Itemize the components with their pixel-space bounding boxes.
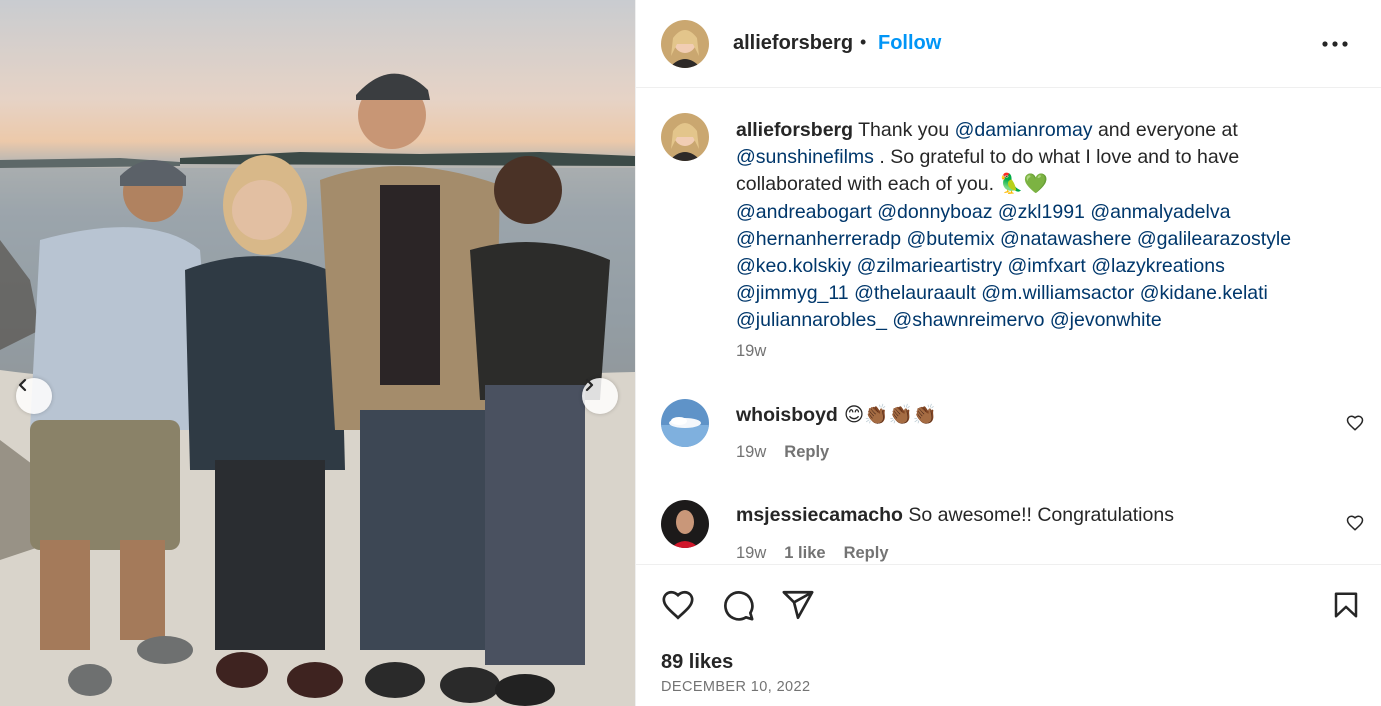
mention-link[interactable]: @damianromay [955,119,1093,141]
mention-link[interactable]: @kidane.kelati [1140,282,1268,304]
likes-count[interactable]: 89 likes [661,651,733,674]
reply-button[interactable]: Reply [784,443,829,462]
follow-button[interactable]: Follow [878,32,941,55]
mention-link[interactable]: @galilearazostyle [1137,228,1291,250]
separator-dot: • [860,32,867,52]
comment-text: 😊👏🏾👏🏾👏🏾 [843,404,938,426]
photo-scene [0,73,635,706]
more-options-button[interactable] [1320,30,1350,58]
carousel-next-button[interactable] [582,378,618,414]
comment-likes-count[interactable]: 1 like [784,544,825,563]
reply-button[interactable]: Reply [844,544,889,563]
heart-icon [1346,415,1364,431]
comment-body: msjessiecamacho So awesome!! Congratulat… [736,504,1174,527]
mention-link[interactable]: @shawnreimervo [892,309,1044,331]
heart-icon [662,590,694,620]
mention-link[interactable]: @jevonwhite [1050,309,1162,331]
mention-link[interactable]: @m.williamsactor [981,282,1134,304]
author-username[interactable]: allieforsberg [733,32,853,55]
author-avatar[interactable] [661,20,709,68]
chevron-right-icon [585,378,594,392]
commenter-avatar[interactable] [661,399,709,447]
bookmark-icon [1334,592,1358,618]
mention-link[interactable]: @juliannarobles_ [736,309,887,331]
comment-like-button[interactable] [1344,512,1366,534]
post-caption: allieforsberg Thank you @damianromay and… [736,117,1336,335]
comment-text: So awesome!! Congratulations [908,504,1174,526]
send-icon [782,590,814,620]
comment-like-button[interactable] [1344,412,1366,434]
comment-timestamp[interactable]: 19w [736,443,766,462]
like-button[interactable] [660,587,696,623]
comment-username[interactable]: msjessiecamacho [736,504,903,526]
post-actions: 89 likes DECEMBER 10, 2022 [636,564,1381,706]
post-header: allieforsberg • Follow [636,0,1381,88]
mention-link[interactable]: @natawashere [1000,228,1131,250]
mention-link[interactable]: @donnyboaz [877,201,992,223]
post-photo [0,0,635,706]
mention-link[interactable]: @anmalyadelva [1090,201,1230,223]
mention-link[interactable]: @jimmyg_11 [736,282,849,304]
caption-text: and everyone at [1092,119,1238,141]
caption-username[interactable]: allieforsberg [736,119,853,141]
save-button[interactable] [1328,587,1364,623]
heart-icon [1346,515,1364,531]
comment-username[interactable]: whoisboyd [736,404,838,427]
comment-meta: 19w Reply [736,443,829,462]
mention-link[interactable]: @butemix [907,228,995,250]
post-date[interactable]: DECEMBER 10, 2022 [661,679,810,695]
share-button[interactable] [780,587,816,623]
comments-section[interactable]: allieforsberg Thank you @damianromay and… [636,89,1381,563]
comment-icon [724,591,754,621]
mention-link[interactable]: @zilmarieartistry [857,255,1002,277]
comment-timestamp[interactable]: 19w [736,544,766,563]
mention-link[interactable]: @zkl1991 [998,201,1085,223]
chevron-left-icon [18,378,27,392]
caption-emoji: 🦜💚 [999,173,1048,196]
commenter-avatar[interactable] [661,500,709,548]
mention-link[interactable]: @hernanherreradp [736,228,901,250]
comment-button[interactable] [720,587,756,623]
mention-link[interactable]: @andreabogart [736,201,872,223]
mention-link[interactable]: @keo.kolskiy [736,255,851,277]
mention-link[interactable]: @imfxart [1008,255,1086,277]
post-panel: allieforsberg • Follow allieforsberg Tha… [635,0,1381,706]
caption-text: Thank you [858,119,955,141]
mention-link[interactable]: @lazykreations [1091,255,1225,277]
comment-meta: 19w 1 like Reply [736,544,889,563]
mention-link[interactable]: @thelauraault [854,282,976,304]
mention-link[interactable]: @sunshinefilms [736,146,874,168]
caption-avatar[interactable] [661,113,709,161]
carousel-prev-button[interactable] [16,378,52,414]
comment-body: whoisboyd 😊👏🏾👏🏾👏🏾 [736,403,937,427]
caption-timestamp[interactable]: 19w [736,342,766,361]
more-horizontal-icon [1322,41,1348,47]
